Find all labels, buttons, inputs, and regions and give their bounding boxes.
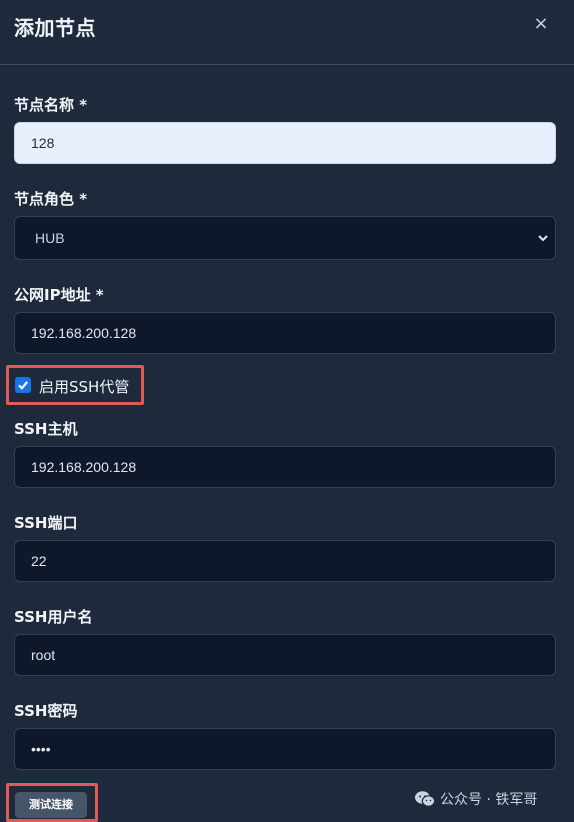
public-ip-label: 公网IP地址 * bbox=[14, 286, 104, 304]
public-ip-input[interactable] bbox=[14, 312, 556, 354]
node-role-selected-value: HUB bbox=[35, 230, 65, 246]
ssh-password-input[interactable] bbox=[14, 728, 556, 770]
watermark-text: 公众号 · 铁军哥 bbox=[440, 792, 538, 808]
watermark: 公众号 · 铁军哥 bbox=[414, 788, 564, 810]
node-name-input[interactable] bbox=[14, 122, 556, 164]
close-button[interactable]: × bbox=[530, 12, 552, 36]
dialog-header: 添加节点 × bbox=[0, 0, 574, 65]
ssh-port-input[interactable] bbox=[14, 540, 556, 582]
ssh-port-label: SSH端口 bbox=[14, 514, 78, 532]
wechat-icon bbox=[415, 791, 436, 807]
test-connection-highlight: 测试连接 bbox=[6, 783, 98, 822]
node-name-label: 节点名称 * bbox=[14, 96, 88, 114]
ssh-proxy-highlight: 启用SSH代管 bbox=[6, 365, 144, 405]
test-connection-button[interactable]: 测试连接 bbox=[15, 792, 87, 818]
ssh-proxy-label[interactable]: 启用SSH代管 bbox=[39, 376, 129, 397]
add-node-dialog: 添加节点 × 节点名称 * 节点角色 * HUB 公网IP地址 * 启用SSH代… bbox=[0, 0, 574, 822]
ssh-host-input[interactable] bbox=[14, 446, 556, 488]
checkmark-icon bbox=[18, 381, 29, 390]
dialog-title: 添加节点 bbox=[14, 16, 96, 40]
node-role-select[interactable]: HUB bbox=[14, 216, 556, 260]
ssh-password-label: SSH密码 bbox=[14, 702, 78, 720]
close-icon: × bbox=[533, 13, 549, 34]
ssh-host-label: SSH主机 bbox=[14, 420, 78, 438]
ssh-proxy-checkbox[interactable] bbox=[15, 377, 31, 393]
chevron-down-icon bbox=[538, 235, 548, 242]
node-role-label: 节点角色 * bbox=[14, 190, 88, 208]
ssh-user-label: SSH用户名 bbox=[14, 608, 93, 626]
ssh-user-input[interactable] bbox=[14, 634, 556, 676]
